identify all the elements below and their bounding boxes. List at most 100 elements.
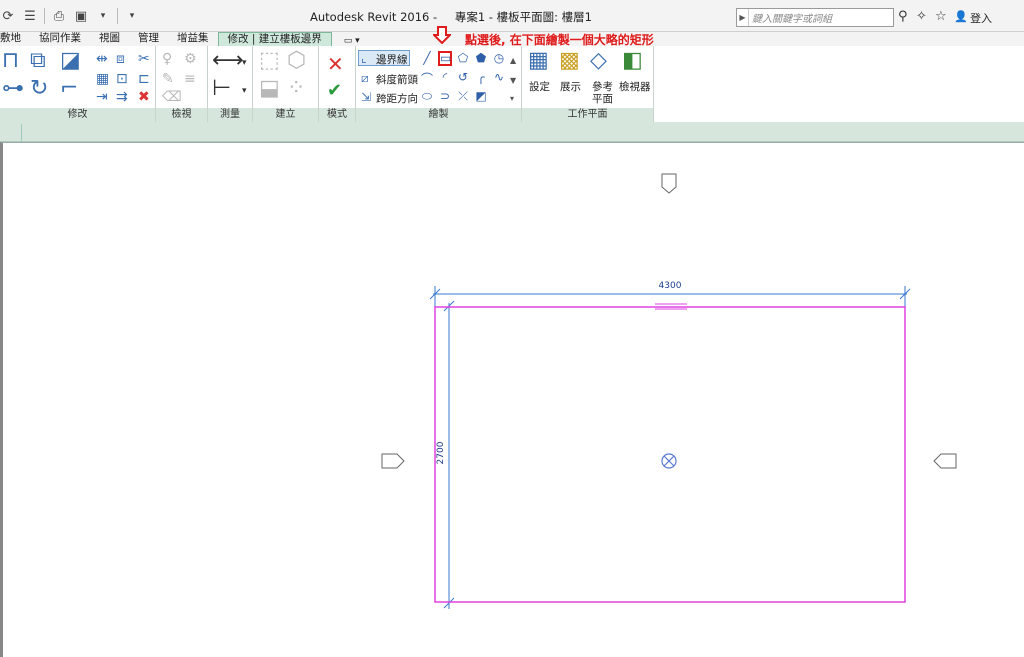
chevron-right-icon[interactable]: ▶ — [737, 9, 749, 26]
viewer-label[interactable]: 檢視器 — [619, 79, 651, 94]
create-similar-icon[interactable]: ⁘ — [287, 78, 305, 100]
unpin-tool-icon[interactable]: ⇥ — [96, 90, 108, 104]
span-direction-label[interactable]: 跨距方向 — [376, 91, 418, 106]
reference-plane-label-2[interactable]: 平面 — [592, 91, 613, 106]
create-group-icon[interactable]: ⬓ — [259, 78, 280, 100]
copy-tool-icon[interactable]: ⧈ — [116, 52, 125, 66]
circle-icon[interactable]: ◷ — [492, 51, 506, 66]
paste-tool-icon[interactable]: ⇉ — [116, 90, 128, 104]
span-direction-icon[interactable]: ⇲ — [361, 90, 371, 104]
reference-plane-icon[interactable]: ◇ — [590, 50, 607, 72]
ribbon-empty-area — [654, 46, 1024, 122]
line-icon[interactable]: ╱ — [420, 51, 434, 66]
redo-icon[interactable]: ⟳ — [0, 9, 16, 24]
boundary-line-label: 邊界線 — [376, 54, 408, 66]
draw-shapes-row-2: ⌒ ◜ ↺ ╭ ∿ — [420, 70, 506, 87]
login-link[interactable]: 登入 — [970, 10, 992, 26]
delete-tool-icon[interactable]: ✖ — [138, 90, 150, 104]
measure-distance-icon[interactable]: ⟷ — [212, 50, 244, 72]
panel-label-mode: 模式 — [319, 108, 355, 122]
align-icon[interactable]: ☰ — [22, 9, 38, 24]
set-work-plane-icon[interactable]: ▦ — [528, 50, 549, 72]
ellipse-icon[interactable]: ⬭ — [420, 89, 434, 104]
search-placeholder: 鍵入關鍵字或詞組 — [752, 14, 832, 25]
viewer-icon[interactable]: ◧ — [622, 50, 643, 72]
boundary-line-icon: ⌞ — [361, 51, 367, 65]
toolbar-divider — [44, 8, 45, 24]
chevron-down-icon[interactable]: ▼ — [510, 74, 516, 88]
lines-icon[interactable]: ≡ — [184, 72, 196, 86]
ribbon-display-options-icon[interactable]: ▭ ▾ — [344, 36, 360, 46]
panel-label-work-plane: 工作平面 — [522, 108, 653, 122]
panel-label-create: 建立 — [253, 108, 318, 122]
rectangle-icon[interactable]: ▭ — [438, 51, 452, 66]
pick-walls-icon[interactable]: ◩ — [474, 89, 488, 104]
drawing-canvas[interactable]: 4300 2700 — [0, 142, 1024, 657]
offset-tool-icon[interactable]: ⧉ — [30, 50, 46, 72]
down-arrow-annotation — [433, 26, 451, 44]
window-switch-icon[interactable]: ▣ — [73, 9, 89, 24]
expand-gallery-icon[interactable]: ▾ — [510, 92, 514, 106]
rotate-tool-icon[interactable]: ↻ — [30, 78, 48, 100]
array-tool-icon[interactable]: ▦ — [96, 72, 109, 86]
scale-tool-icon[interactable]: ⊡ — [116, 72, 128, 86]
star-icon[interactable]: ☆ — [935, 9, 947, 24]
create-parts-icon[interactable]: ⬡ — [287, 50, 306, 72]
inscribed-polygon-icon[interactable]: ⬠ — [456, 51, 470, 66]
pick-lines-icon[interactable]: ⤫ — [456, 89, 470, 104]
tab-addins[interactable]: 增益集 — [168, 32, 218, 46]
options-bar-tab[interactable] — [0, 124, 22, 142]
override-graphics-icon[interactable]: ♀ — [162, 52, 172, 66]
dimension-width-label[interactable]: 4300 — [659, 281, 682, 291]
spline-icon[interactable]: ∿ — [492, 70, 506, 87]
elevation-marker-left[interactable] — [381, 453, 405, 469]
create-assembly-icon[interactable]: ⬚ — [259, 50, 280, 72]
pin-tool-icon[interactable]: ⊏ — [138, 72, 150, 86]
dimension-height-label[interactable]: 2700 — [436, 441, 446, 464]
linework-icon[interactable]: ✎ — [162, 72, 174, 86]
center-arc-icon[interactable]: ◜ — [438, 70, 452, 87]
slope-arrow-icon[interactable]: ⧄ — [361, 71, 369, 85]
fillet-arc-icon[interactable]: ╭ — [474, 70, 488, 87]
search-box[interactable]: ▶ 鍵入關鍵字或詞組 — [736, 8, 894, 27]
subscription-icon[interactable]: ✧ — [916, 9, 927, 24]
move-tool-icon[interactable]: ⇹ — [96, 52, 108, 66]
join-tool-icon[interactable]: ⊶ — [2, 78, 24, 100]
project-title: 專案1 - 樓板平面圖: 樓層1 — [454, 10, 592, 24]
ribbon: ⊓ ⧉ ◪ ⇹ ⧈ ✂ ⊶ ↻ ⌐ ▦ ⊡ ⊏ ⇥ ⇉ ✖ 修改 ♀ ⚙ ✎ ≡… — [0, 46, 654, 122]
tab-collaborate[interactable]: 協同作業 — [30, 32, 90, 46]
partial-ellipse-icon[interactable]: ⊃ — [438, 89, 452, 104]
set-work-plane-label[interactable]: 設定 — [529, 79, 550, 94]
cancel-edit-icon[interactable]: ✕ — [327, 52, 344, 76]
trim-tool-icon[interactable]: ⌐ — [60, 78, 78, 100]
dimension-icon[interactable]: ⊢ — [212, 78, 231, 100]
tab-site[interactable]: 敷地 — [0, 32, 30, 46]
tab-view[interactable]: 視圖 — [90, 32, 129, 46]
print-icon[interactable]: ⎙ — [51, 9, 67, 24]
chevron-down-icon[interactable]: ▾ — [242, 84, 247, 98]
elevation-marker-top[interactable] — [661, 173, 677, 194]
tangent-arc-icon[interactable]: ↺ — [456, 70, 470, 87]
slope-arrow-label[interactable]: 斜度箭頭 — [376, 72, 418, 87]
split-tool-icon[interactable]: ✂ — [138, 52, 150, 66]
chevron-up-icon[interactable]: ▲ — [510, 54, 516, 68]
customize-qat-icon[interactable]: ▾ — [124, 11, 140, 21]
finish-edit-icon[interactable]: ✔ — [327, 80, 342, 101]
binoculars-icon[interactable]: ⚲ — [898, 9, 908, 24]
circumscribed-polygon-icon[interactable]: ⬟ — [474, 51, 488, 66]
chevron-down-icon[interactable]: ▾ — [242, 56, 247, 70]
panel-label-view: 檢視 — [156, 108, 207, 122]
start-end-arc-icon[interactable]: ⌒ — [420, 70, 434, 87]
paint-icon[interactable]: ⌫ — [162, 90, 182, 104]
show-work-plane-icon[interactable]: ▩ — [559, 50, 580, 72]
user-icon[interactable]: 👤 — [954, 10, 968, 23]
align-tool-icon[interactable]: ⊓ — [2, 50, 19, 72]
mirror-tool-icon[interactable]: ◪ — [60, 50, 81, 72]
tab-modify-create-floor-boundary[interactable]: 修改 | 建立樓板邊界 — [217, 32, 332, 46]
hide-icon[interactable]: ⚙ — [184, 52, 197, 66]
chevron-down-icon[interactable]: ▾ — [95, 11, 111, 21]
show-work-plane-label[interactable]: 展示 — [560, 79, 581, 94]
tab-manage[interactable]: 管理 — [129, 32, 168, 46]
elevation-marker-right[interactable] — [933, 453, 957, 469]
panel-label-modify: 修改 — [0, 108, 155, 122]
